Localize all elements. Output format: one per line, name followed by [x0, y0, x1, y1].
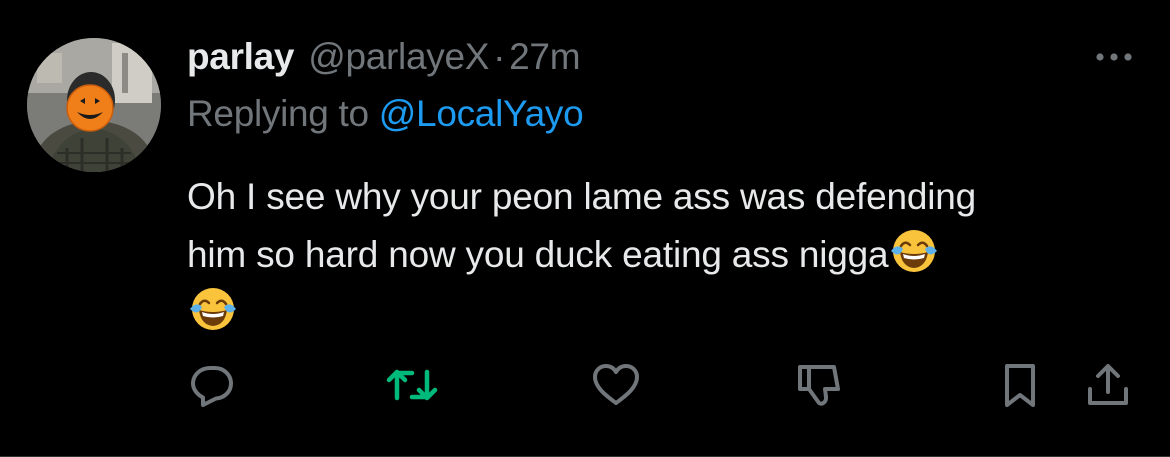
bookmark-button[interactable]	[990, 355, 1050, 415]
face-with-tears-of-joy-emoji	[891, 230, 938, 272]
like-button[interactable]	[586, 355, 646, 415]
thumbs-down-icon	[798, 365, 840, 406]
heart-icon	[593, 364, 639, 405]
tweet-text-line-3	[187, 283, 1157, 341]
tweet-text-line: Oh I see why your peon lame ass was defe…	[187, 176, 977, 217]
tweet-actions	[0, 355, 1170, 415]
replying-to-label: Replying to	[187, 93, 379, 134]
replying-to-mention[interactable]: @LocalYayo	[379, 93, 584, 134]
timestamp[interactable]: 27m	[509, 36, 580, 78]
user-handle[interactable]: @parlayeX	[308, 36, 489, 78]
retweet-button[interactable]	[382, 355, 442, 415]
separator-dot: ·	[493, 36, 506, 77]
avatar[interactable]	[27, 38, 161, 172]
retweet-icon	[386, 369, 438, 401]
display-name[interactable]: parlay	[187, 36, 295, 78]
tweet-text-segment: him so hard now you duck eating ass nigg…	[187, 234, 889, 275]
share-icon	[1088, 364, 1128, 405]
reply-button[interactable]	[182, 355, 242, 415]
tweet-header: parlay @parlayeX · 27m	[187, 36, 581, 84]
tweet-text-line-2: him so hard now you duck eating ass nigg…	[187, 225, 1157, 283]
dislike-button[interactable]	[789, 355, 849, 415]
reply-icon	[191, 366, 233, 407]
more-horizontal-icon	[1096, 53, 1132, 61]
bookmark-icon	[1005, 364, 1035, 407]
more-options-button[interactable]	[1090, 42, 1138, 72]
replying-to: Replying to @LocalYayo	[187, 93, 584, 135]
tweet[interactable]: parlay @parlayeX · 27m Replying to @Loca…	[0, 0, 1170, 457]
share-button[interactable]	[1078, 355, 1138, 415]
face-with-tears-of-joy-emoji	[190, 288, 236, 330]
tweet-text: Oh I see why your peon lame ass was defe…	[187, 168, 1157, 341]
